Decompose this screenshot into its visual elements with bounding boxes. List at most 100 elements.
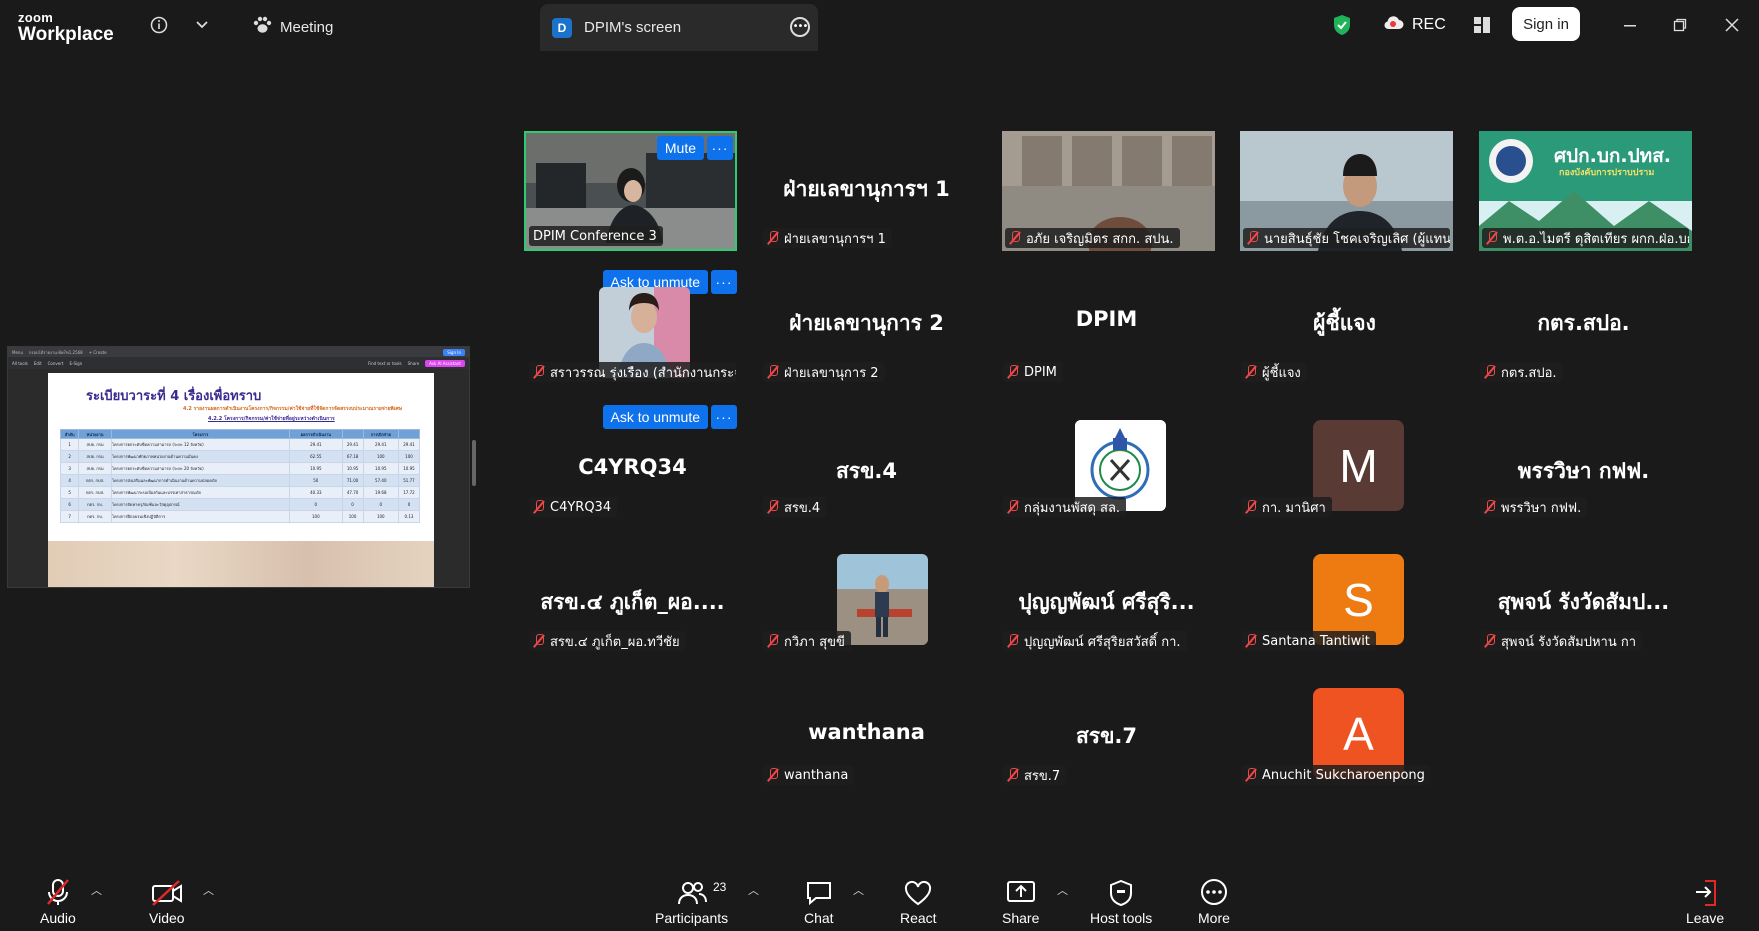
participant-tile-santana[interactable]: S Santana Tantiwit [1238,534,1451,654]
shield-check-icon[interactable] [1330,13,1354,37]
share-options-chevron-icon[interactable]: ︿ [1057,882,1068,898]
participant-tile-secretary-2[interactable]: ฝ่ายเลขานุการ 2 ฝ่ายเลขานุการ 2 [760,265,973,385]
audio-label: Audio [40,910,76,926]
table-cell: กตร. กบ. [78,510,112,523]
table-row: 6 กตร. กบ. โครงการจัดหาครุภัณฑ์และวัสดุอุป… [59,498,421,511]
leave-button[interactable]: Leave [1686,878,1724,926]
shared-tool-2: Convert [47,360,64,366]
host-tools-button[interactable]: Host tools [1090,878,1152,926]
participant-tile-dpim-conference-3[interactable]: Mute ··· DPIM Conference 3 [524,131,737,251]
table-row: 4 กตร. กบส. โครงการส่งเสริมและพัฒนาการดำเน… [59,474,421,487]
name-label: กวิภา สุขขี [784,634,845,650]
table-cell: โครงการพัฒนาระบบป้องกันและบรรเทาสาธารณภั… [110,486,291,499]
shared-tool-1: Edit [33,360,42,366]
participant-name: C4YRQ34 [529,497,618,517]
table-cell: 29.41 [341,438,364,451]
mute-button[interactable]: Mute [656,136,704,160]
shared-find: Find text or tools [367,360,402,366]
table-cell: 2 [59,450,80,463]
table-cell: 0 [289,498,343,511]
tile-more-button[interactable]: ··· [707,136,733,160]
participant-tile-police-banner[interactable]: ศปก.บก.ปทส. กองบังคับการปราบปราม พ.ต.อ.ไ… [1479,131,1692,251]
participant-name: DPIM [1003,362,1063,382]
participant-tile-pornwisa[interactable]: พรรวิษา กฟฟ. พรรวิษา กฟฟ. [1477,400,1690,520]
shared-left-rail [10,371,28,587]
shared-screen-view[interactable]: Menu กรอบโต้รายงาน-8พ7ท1.2568 + Create S… [7,346,470,588]
microphone-muted-icon [44,878,72,906]
profile-photo [837,554,928,645]
participant-tile-presenter[interactable]: ผู้ชี้แจง ผู้ชี้แจง [1238,265,1451,385]
table-header-cell: หน่วยงาน [78,429,112,439]
participant-tile-supplies-group[interactable]: กลุ่มงานพัสดุ สล. [1000,400,1213,520]
participants-options-chevron-icon[interactable]: ︿ [748,882,759,898]
table-cell: โครงการฝึกอบรมเชิงปฏิบัติการ [110,510,291,523]
mic-muted-icon [1007,634,1019,648]
participant-tile-c4yrq34[interactable]: Ask to unmute ··· C4YRQ34 C4YRQ34 [526,400,739,520]
sign-in-button[interactable]: Sign in [1512,7,1580,41]
participant-tile-kortor-sapor[interactable]: กตร.สปอ. กตร.สปอ. [1477,265,1690,385]
participant-tile-sarawan[interactable]: Ask to unmute ··· สราวรรณ รุ่งเรือง (สำน… [526,265,739,385]
chat-icon [805,878,833,906]
shared-right-rail [451,371,469,587]
chevron-down-icon[interactable] [190,13,214,37]
mic-muted-icon [767,768,779,782]
participant-tile-manisa[interactable]: M กา. มานิศา [1238,400,1451,520]
participant-tile-sorkhor-7[interactable]: สรข.7 สรข.7 [1000,668,1213,788]
more-button[interactable]: More [1198,878,1230,926]
table-cell: 5 [59,486,80,499]
tile-more-button[interactable]: ··· [711,270,737,294]
chat-button[interactable]: Chat [804,878,834,926]
meeting-tab[interactable]: Meeting [252,16,333,38]
shared-titlebar: Menu กรอบโต้รายงาน-8พ7ท1.2568 + Create S… [8,347,469,357]
more-options-icon[interactable]: ••• [790,17,810,37]
close-icon[interactable] [1720,13,1744,37]
table-cell: สปย. กรม [78,462,112,475]
participant-tile-wanthana[interactable]: wanthana wanthana [760,668,973,788]
video-options-chevron-icon[interactable]: ︿ [203,882,214,898]
participant-tile-apai[interactable]: อภัย เจริญมิตร สกก. สปน. [1002,131,1215,251]
shared-scrollbar[interactable] [472,440,476,486]
table-cell: 3 [59,462,80,475]
video-button[interactable]: Video [149,878,185,926]
chat-options-chevron-icon[interactable]: ︿ [853,882,864,898]
table-cell: 1 [59,438,80,451]
participant-tile-dpim[interactable]: DPIM DPIM [1000,265,1213,385]
participant-tile-punyaphat[interactable]: ปุญญพัฒน์ ศรีสุริ... ปุญญพัฒน์ ศรีสุริยส… [1000,534,1213,654]
recording-indicator[interactable]: REC [1382,14,1446,35]
participant-tile-sinthuchai[interactable]: นายสินธุ์ชัย โชคเจริญเลิศ (ผู้แทน ส... [1240,131,1453,251]
participant-tile-kawipa[interactable]: กวิภา สุขขี [760,534,973,654]
mic-muted-icon [1247,231,1259,245]
shared-table: ลำดับ หน่วยงาน โครงการ ผลการดำเนินงาน การเบิ… [59,429,421,523]
share-button[interactable]: Share [1002,878,1039,926]
participant-tile-sorkhor-4[interactable]: สรข.4 สรข.4 [760,400,973,520]
table-row: 3 สปย. กรม โครงการยกระดับขีดความสามารถ (ระ… [59,462,421,475]
react-button[interactable]: React [900,878,937,926]
participant-display-name: ฝ่ายเลขานุการฯ 1 [783,177,950,201]
restore-icon[interactable] [1668,13,1692,37]
table-row: 2 สปย. กรม โครงการพัฒนาศักยภาพหน่วยงานด้าน… [59,450,421,463]
participant-name: อภัย เจริญมิตร สกก. สปน. [1005,228,1180,248]
name-label: พ.ต.อ.ไมตรี ดุสิตเทียร ผกก.ฝ่อ.บก.ปทส. [1503,231,1689,247]
bottom-toolbar: Audio ︿ Video ︿ Participants 23 ︿ Chat ︿… [0,868,1759,931]
participant-display-name: สรข.4 [835,459,898,483]
name-label: ผู้ชี้แจง [1262,365,1301,381]
name-label: wanthana [784,767,849,783]
react-label: React [900,910,937,926]
table-cell: สปย. กรม [78,450,112,463]
minimize-icon[interactable] [1618,13,1642,37]
ask-to-unmute-button[interactable]: Ask to unmute [602,405,708,429]
audio-options-chevron-icon[interactable]: ︿ [91,882,102,898]
participant-tile-anuchit[interactable]: A Anuchit Sukcharoenpong [1238,668,1451,788]
table-cell: 47.70 [341,486,364,499]
participant-tile-supot[interactable]: สุพจน์ รังวัดสัมป... สุพจน์ รังวัดสัมปหา… [1477,534,1690,654]
participant-tile-phuket[interactable]: สรข.๔ ภูเก็ต_ผอ.... สรข.๔ ภูเก็ต_ผอ.ทวีช… [526,534,739,654]
view-layout-icon[interactable] [1470,13,1494,37]
audio-button[interactable]: Audio [40,878,76,926]
top-bar: zoom Workplace Meeting D DPIM's screen •… [0,0,1759,51]
meeting-info-icon[interactable] [147,13,171,37]
name-label: กา. มานิศา [1262,500,1326,516]
table-cell: 29.41 [397,438,421,451]
shared-screen-tab[interactable]: D DPIM's screen ••• [540,4,818,51]
tile-more-button[interactable]: ··· [711,405,737,429]
participant-tile-secretary-1[interactable]: ฝ่ายเลขานุการฯ 1 ฝ่ายเลขานุการฯ 1 [760,131,973,251]
